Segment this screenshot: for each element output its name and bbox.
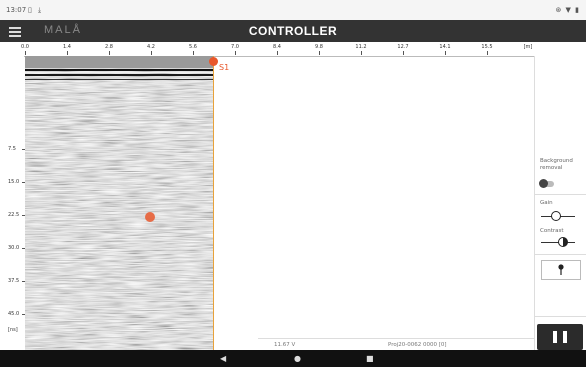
distance-tick-mark (319, 51, 320, 55)
distance-tick-label: 12.7 (397, 44, 409, 50)
distance-tick-label: 2.8 (105, 44, 113, 50)
depth-unit: [ns] (8, 327, 18, 333)
radargram[interactable] (25, 56, 214, 350)
depth-tick-label: 15.0 (8, 179, 20, 185)
gain-label: Gain (540, 200, 553, 206)
scan-edge-line (213, 56, 214, 350)
depth-tick-label: 37.5 (8, 278, 20, 284)
divider (535, 194, 586, 195)
contrast-slider-thumb[interactable] (558, 237, 569, 247)
distance-tick-mark (193, 51, 194, 55)
home-icon[interactable]: ● (294, 354, 301, 363)
download-icon: ⤓ (38, 6, 42, 14)
distance-tick-mark (67, 51, 68, 55)
distance-tick-label: 9.8 (315, 44, 323, 50)
status-bar: 13:07 ▯ ⤓ ⊛ ▼ ▮ (0, 0, 586, 20)
distance-tick-label: 4.2 (147, 44, 155, 50)
gain-slider-thumb[interactable] (551, 211, 562, 221)
contrast-slider[interactable] (541, 237, 575, 247)
background-removal-toggle[interactable] (539, 179, 554, 188)
distance-tick-mark (25, 51, 26, 55)
target-marker[interactable] (145, 212, 155, 222)
distance-tick-mark (487, 51, 488, 55)
pin-icon (558, 264, 564, 275)
marker-pin[interactable] (209, 57, 218, 66)
distance-tick-label: 8.4 (273, 44, 281, 50)
page-title: CONTROLLER (248, 24, 338, 38)
divider (535, 254, 586, 255)
depth-axis: 7.5 15.0 22.5 30.0 37.5 45.0 [ns] (0, 56, 25, 350)
depth-tick-label: 30.0 (8, 245, 20, 251)
control-panel: Background removal Gain Contrast (534, 56, 586, 350)
distance-unit: [m] (523, 44, 533, 50)
recents-icon[interactable]: ■ (366, 354, 374, 363)
distance-tick-label: 15.5 (481, 44, 493, 50)
background-removal-label: Background removal (540, 158, 573, 171)
pause-button[interactable] (537, 324, 583, 350)
project-name: Proj20-0062 0000 [0] (388, 342, 447, 348)
distance-tick-label: 0.0 (21, 44, 29, 50)
notification-icon: ▯ (28, 6, 32, 14)
status-icons: ⊛ ▼ ▮ (555, 6, 580, 14)
distance-tick-label: 11.2 (355, 44, 367, 50)
distance-tick-label: 5.6 (189, 44, 197, 50)
marker-label: S1 (219, 63, 230, 72)
divider (535, 316, 586, 317)
gain-slider[interactable] (541, 211, 575, 221)
battery-voltage: 11.67 V (274, 342, 296, 348)
distance-tick-mark (235, 51, 236, 55)
distance-tick-mark (445, 51, 446, 55)
status-time: 13:07 (6, 6, 27, 14)
distance-tick-label: 7.0 (231, 44, 239, 50)
depth-tick-label: 22.5 (8, 212, 20, 218)
toggle-knob (539, 179, 548, 188)
distance-tick-mark (277, 51, 278, 55)
add-marker-button[interactable] (541, 260, 581, 280)
distance-tick-mark (151, 51, 152, 55)
distance-tick-mark (403, 51, 404, 55)
system-nav-bar: ◀ ● ■ (0, 350, 586, 367)
back-icon[interactable]: ◀ (220, 354, 226, 363)
depth-tick-label: 7.5 (8, 146, 16, 152)
contrast-label: Contrast (540, 228, 564, 234)
distance-tick-mark (109, 51, 110, 55)
app-bar: MALÅ CONTROLLER (0, 20, 586, 42)
distance-ruler: 0.0 1.4 2.8 4.2 5.6 7.0 8.4 9.8 11.2 12.7 14.1 15.5… (0, 42, 534, 57)
distance-tick-label: 1.4 (63, 44, 71, 50)
distance-tick-mark (361, 51, 362, 55)
depth-tick-label: 45.0 (8, 311, 20, 317)
distance-tick-label: 14.1 (439, 44, 451, 50)
